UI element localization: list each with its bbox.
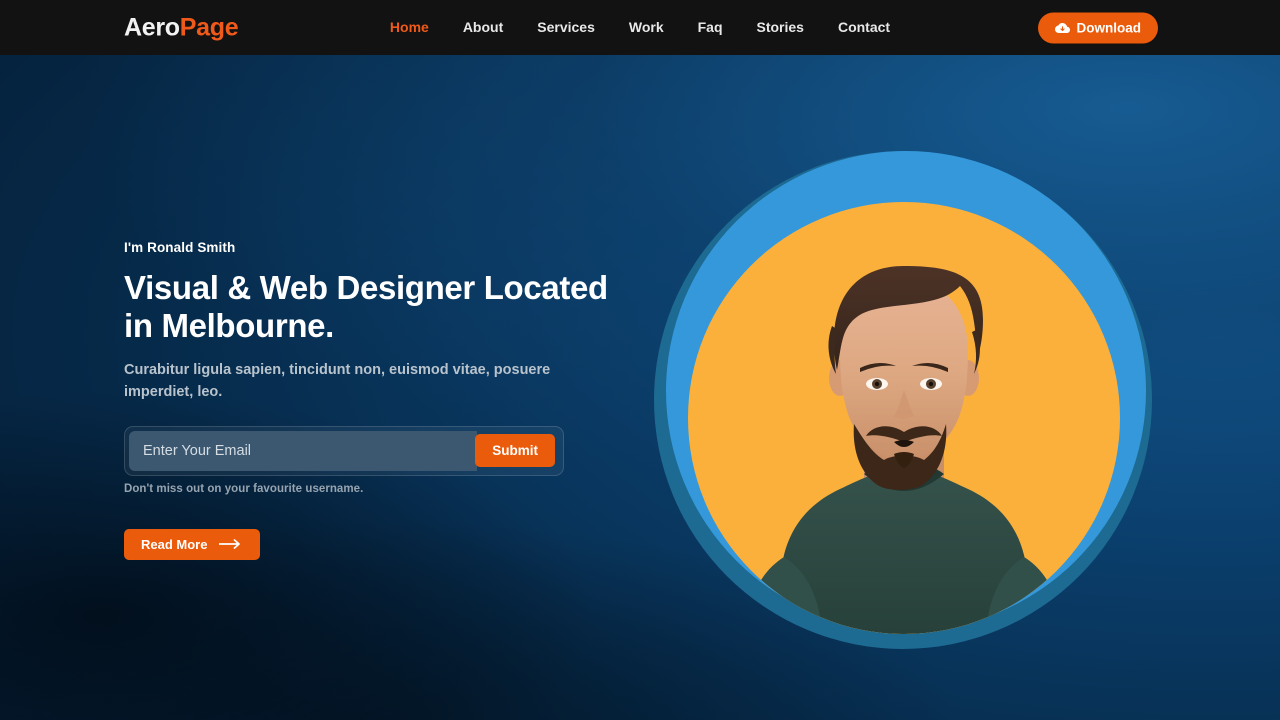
download-button[interactable]: Download [1037, 12, 1158, 43]
download-button-label: Download [1076, 20, 1142, 35]
portrait-image [688, 202, 1120, 634]
nav-link-services[interactable]: Services [537, 19, 595, 35]
page-title: Visual & Web Designer Located in Melbour… [124, 269, 608, 344]
nav-item-work[interactable]: Work [612, 19, 681, 37]
nav-link-home[interactable]: Home [390, 19, 429, 35]
nav-item-about[interactable]: About [446, 19, 520, 37]
brand-logo-part-two: Page [179, 13, 239, 41]
nav-links: Home About Services Work Faq Stories Con… [373, 19, 907, 37]
signup-hint: Don't miss out on your favourite usernam… [124, 482, 364, 495]
read-more-label: Read More [141, 536, 208, 552]
submit-button[interactable]: Submit [475, 434, 555, 468]
brand-logo[interactable]: AeroPage [124, 13, 239, 42]
cloud-download-icon [1054, 20, 1070, 35]
hero-artwork [640, 55, 1280, 720]
hero-eyebrow: I'm Ronald Smith [124, 240, 236, 255]
nav-item-stories[interactable]: Stories [740, 19, 821, 37]
nav-item-services[interactable]: Services [520, 19, 612, 37]
email-input[interactable] [129, 430, 478, 471]
nav-link-faq[interactable]: Faq [698, 19, 723, 35]
email-signup-form: Submit [124, 425, 564, 476]
nav-item-faq[interactable]: Faq [681, 19, 740, 37]
nav-item-home[interactable]: Home [373, 19, 446, 37]
hero-content: I'm Ronald Smith Visual & Web Designer L… [124, 240, 644, 560]
arrow-right-icon [219, 539, 243, 550]
read-more-button[interactable]: Read More [124, 528, 261, 560]
portrait-disc [688, 202, 1120, 634]
top-navbar: AeroPage Home About Services Work Faq St… [0, 0, 1280, 55]
nav-link-work[interactable]: Work [629, 19, 664, 35]
nav-link-about[interactable]: About [463, 19, 503, 35]
nav-link-stories[interactable]: Stories [757, 19, 804, 35]
brand-logo-part-one: Aero [124, 13, 180, 41]
nav-link-contact[interactable]: Contact [838, 19, 890, 35]
nav-item-contact[interactable]: Contact [821, 19, 907, 37]
hero-page: AeroPage Home About Services Work Faq St… [0, 0, 1280, 720]
hero-subtext: Curabitur ligula sapien, tincidunt non, … [124, 362, 551, 400]
